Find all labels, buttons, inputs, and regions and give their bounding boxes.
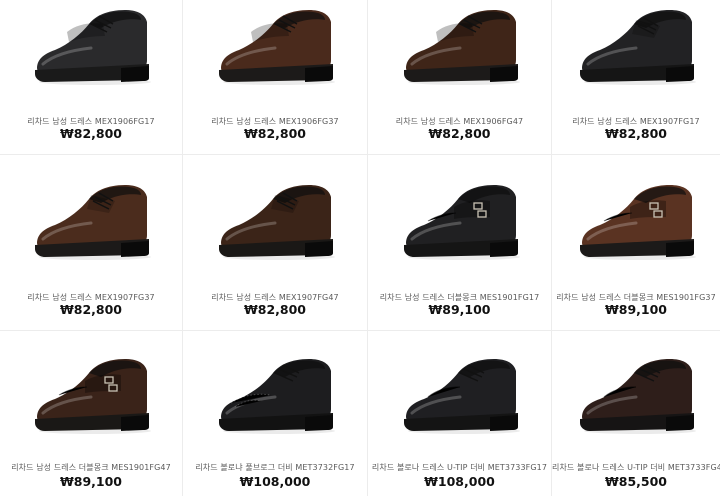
product-name[interactable]: 리차드 볼로냐 풀브로그 더비 MET3732FG17 (183, 462, 367, 473)
product-name[interactable]: 리차드 남성 드레스 더블몽크 MES1901FG47 (0, 462, 182, 473)
product-card[interactable]: 리차드 볼로나 드레스 U-TIP 더비 MET3733FG47 ₩85,500 (552, 331, 720, 496)
product-price: ₩82,800 (604, 126, 668, 141)
product-card[interactable]: 리차드 남성 드레스 MEX1906FG47 ₩82,800 (368, 0, 552, 155)
product-price: ₩89,100 (604, 302, 668, 317)
product-card[interactable]: 리차드 남성 드레스 MEX1907FG17 ₩82,800 (552, 0, 720, 155)
product-price: ₩82,800 (428, 126, 491, 141)
product-price: ₩82,800 (243, 302, 307, 317)
product-image[interactable] (574, 351, 698, 437)
product-price: ₩82,800 (59, 126, 123, 141)
product-image[interactable] (29, 2, 153, 88)
product-card[interactable]: 리차드 남성 드레스 MEX1906FG17 ₩82,800 (0, 0, 183, 155)
product-card[interactable]: 리차드 남성 드레스 더블몽크 MES1901FG17 ₩89,100 (368, 155, 552, 331)
product-price: ₩108,000 (424, 474, 495, 489)
product-card[interactable]: 리차드 남성 드레스 MEX1907FG47 ₩82,800 (183, 155, 368, 331)
product-card[interactable]: 리차드 볼로냐 풀브로그 더비 MET3732FG17 ₩108,000 (183, 331, 368, 496)
product-image[interactable] (29, 351, 153, 437)
product-image[interactable] (574, 177, 698, 263)
product-name[interactable]: 리차드 볼로나 드레스 U-TIP 더비 MET3733FG47 (552, 462, 720, 473)
product-price: ₩82,800 (243, 126, 307, 141)
product-card[interactable]: 리차드 남성 드레스 MEX1906FG37 ₩82,800 (183, 0, 368, 155)
product-card[interactable]: 리차드 볼로나 드레스 U-TIP 더비 MET3733FG17 ₩108,000 (368, 331, 552, 496)
product-image[interactable] (213, 351, 337, 437)
product-price: ₩89,100 (59, 474, 123, 489)
product-card[interactable]: 리차드 남성 드레스 MEX1907FG37 ₩82,800 (0, 155, 183, 331)
product-image[interactable] (574, 2, 698, 88)
product-image[interactable] (398, 351, 522, 437)
product-image[interactable] (213, 2, 337, 88)
product-image[interactable] (398, 177, 522, 263)
product-grid: 리차드 남성 드레스 MEX1906FG17 ₩82,800 리차드 남성 드레스… (0, 0, 720, 496)
product-name[interactable]: 리차드 볼로나 드레스 U-TIP 더비 MET3733FG17 (368, 462, 551, 473)
product-price: ₩108,000 (239, 474, 311, 489)
product-image[interactable] (29, 177, 153, 263)
product-price: ₩82,800 (59, 302, 123, 317)
product-price: ₩89,100 (428, 302, 491, 317)
product-image[interactable] (398, 2, 522, 88)
product-price: ₩85,500 (604, 474, 668, 489)
product-card[interactable]: 리차드 남성 드레스 더블몽크 MES1901FG47 ₩89,100 (0, 331, 183, 496)
product-card[interactable]: 리차드 남성 드레스 더블몽크 MES1901FG37 ₩89,100 (552, 155, 720, 331)
product-image[interactable] (213, 177, 337, 263)
